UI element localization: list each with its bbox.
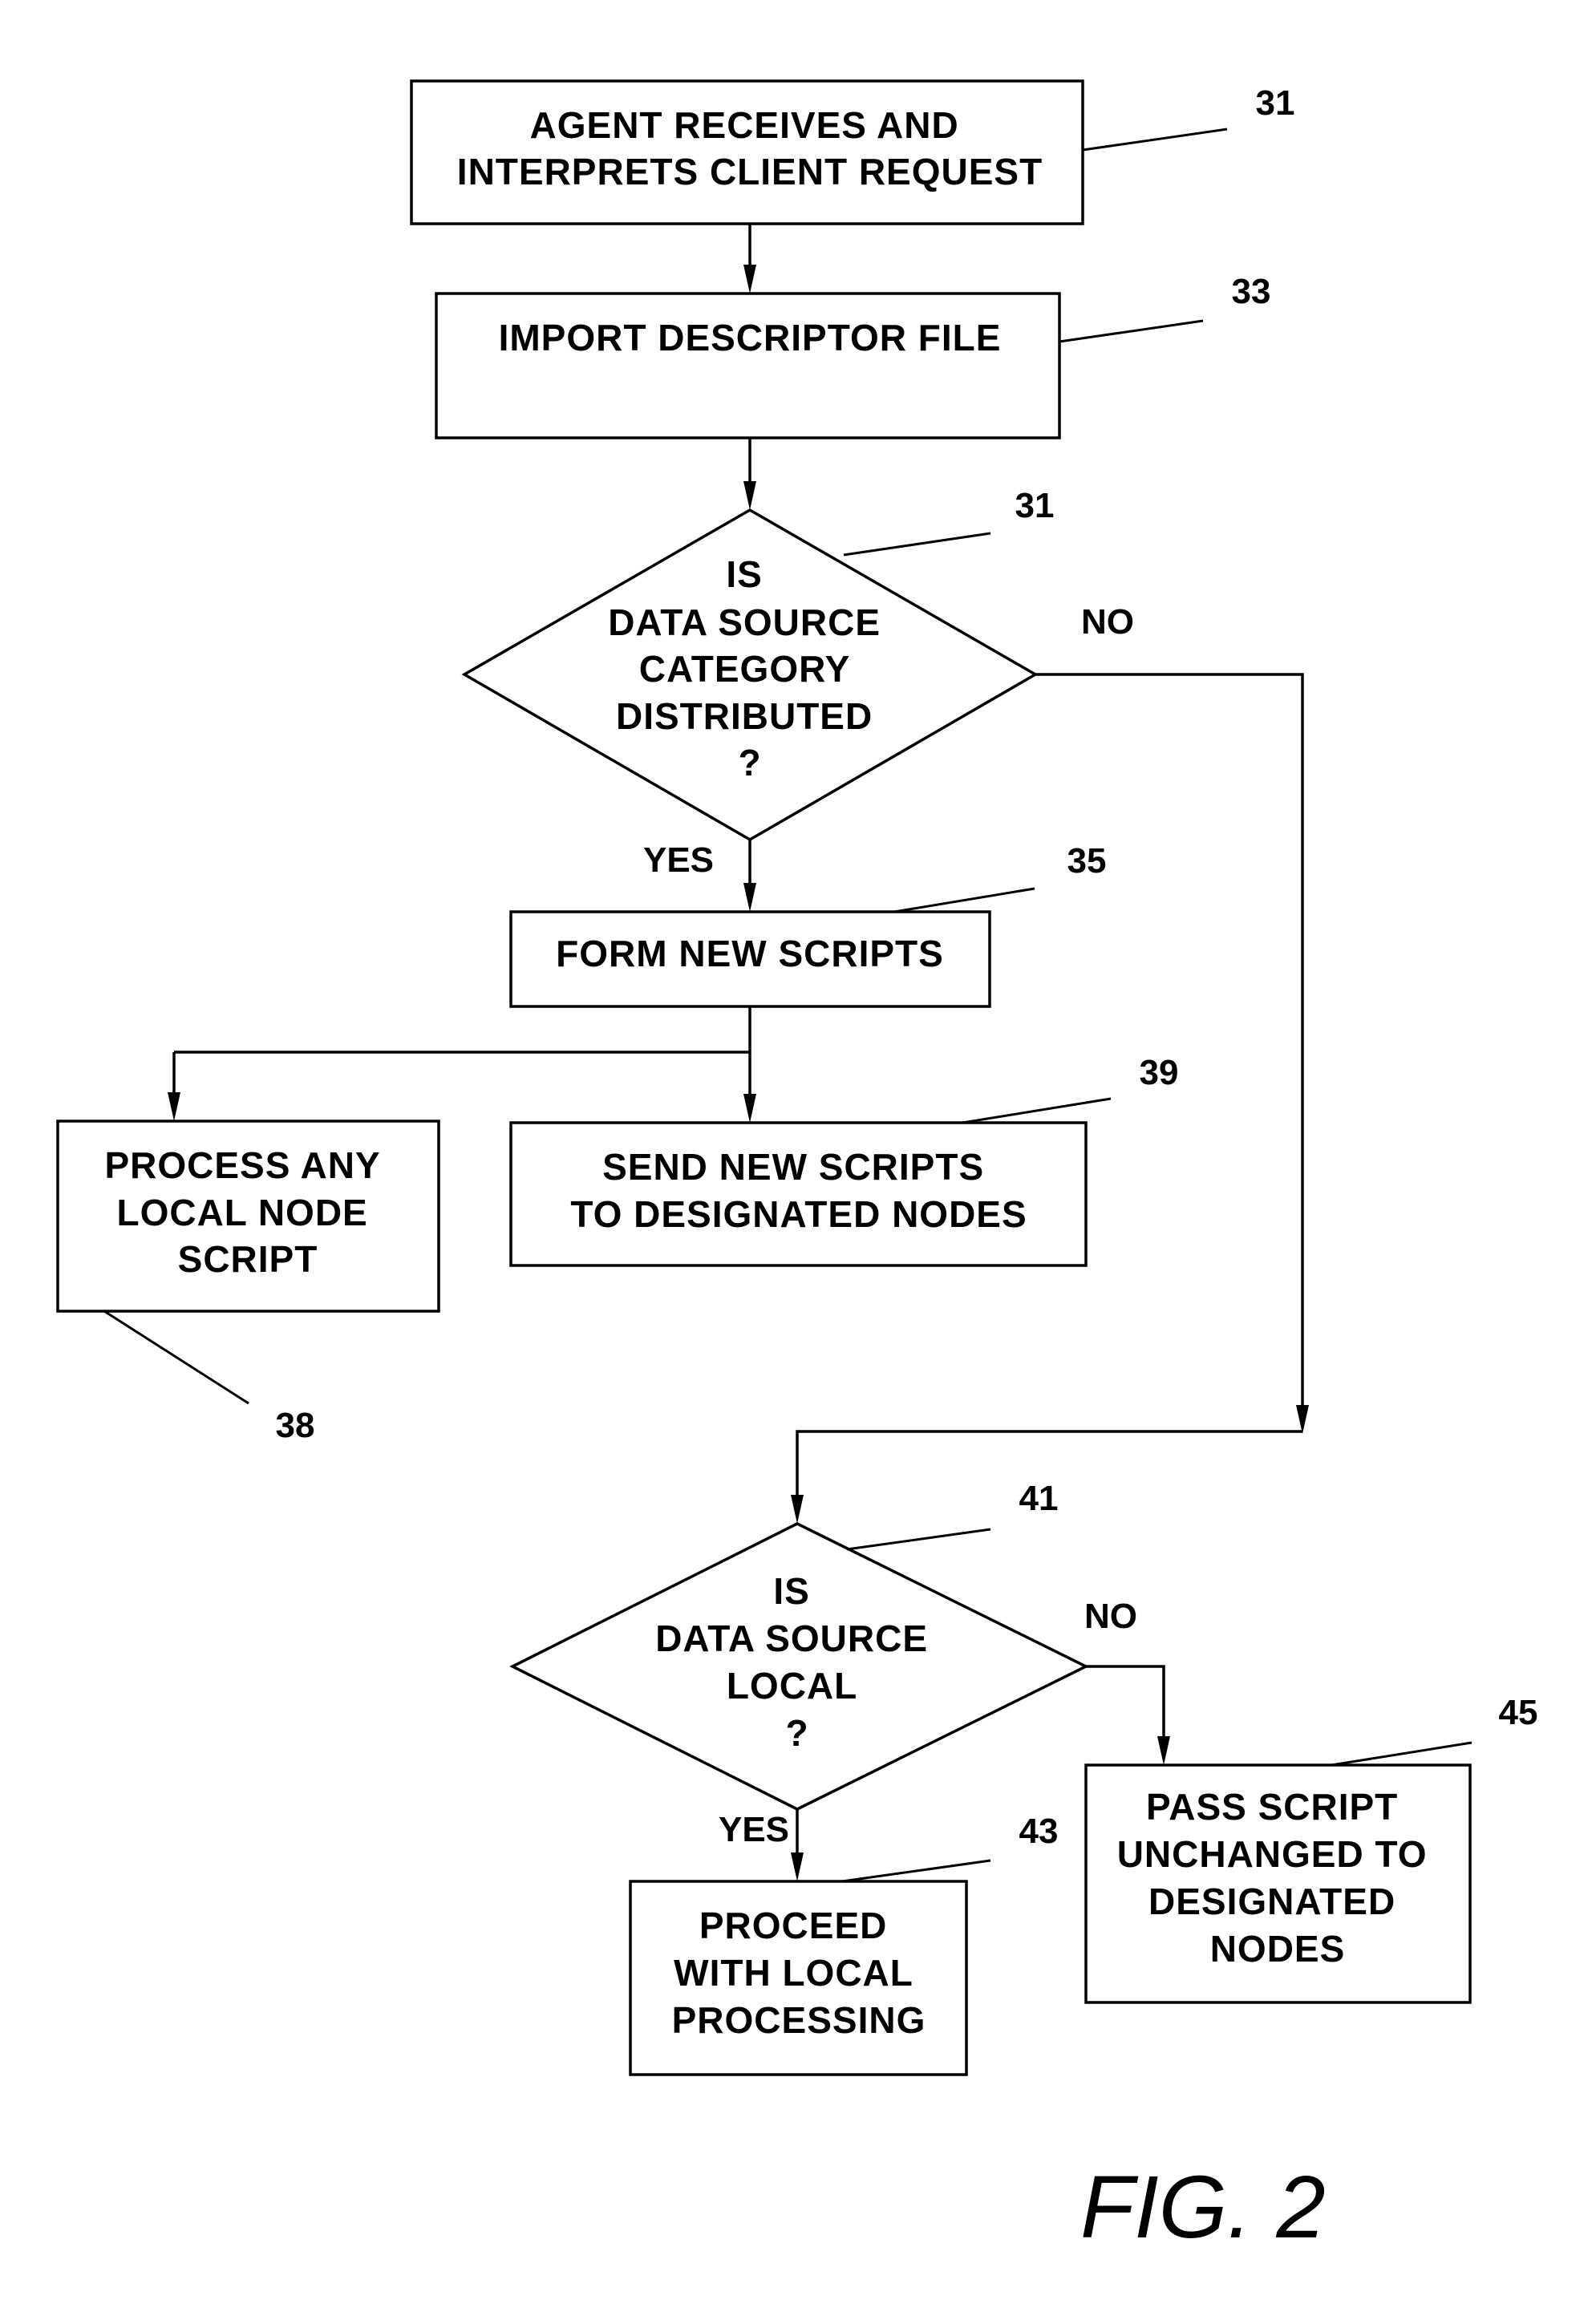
arrowhead-process	[168, 1092, 180, 1121]
leader-31-top	[1082, 128, 1228, 152]
leader-41	[846, 1528, 991, 1551]
ref-number-38: 38	[276, 1406, 315, 1445]
label-line: PROCEED	[699, 1905, 887, 1946]
branch-label-local-no: NO	[1084, 1597, 1137, 1636]
label-line: DATA SOURCE	[608, 601, 881, 643]
label-line: UNCHANGED TO	[1117, 1833, 1428, 1875]
label-line: LOCAL	[727, 1665, 857, 1707]
arrowhead-decision-distributed	[743, 481, 756, 510]
label-line: IS	[726, 553, 762, 595]
label-line: LOCAL NODE	[116, 1192, 367, 1233]
ref-number-31-top: 31	[1256, 83, 1295, 123]
connector-local-no	[1086, 1665, 1165, 1744]
label-line: NODES	[1210, 1928, 1346, 1970]
ref-number-31-decision: 31	[1015, 486, 1055, 525]
flowchart: AGENT RECEIVES AND INTERPRETS CLIENT REQ…	[56, 79, 1538, 2257]
branch-label-distributed-no: NO	[1081, 602, 1134, 642]
arrowhead-proceed	[791, 1852, 804, 1881]
branch-label-local-yes: YES	[719, 1810, 789, 1849]
label-proceed-local: PROCEED WITH LOCAL PROCESSING	[672, 1905, 926, 2041]
label-line: FORM NEW SCRIPTS	[556, 933, 944, 974]
label-line: IS	[773, 1570, 809, 1612]
connector-form-split	[172, 1006, 751, 1102]
label-form-new-scripts: FORM NEW SCRIPTS	[556, 933, 944, 974]
arrowhead-decision-local	[791, 1495, 804, 1524]
ref-number-35: 35	[1067, 841, 1107, 881]
label-line: PASS SCRIPT	[1146, 1786, 1398, 1828]
label-line: ?	[738, 742, 761, 783]
ref-number-45: 45	[1499, 1693, 1538, 1732]
ref-number-43: 43	[1019, 1812, 1059, 1851]
connector-no-to-merge	[796, 673, 1304, 1503]
ref-number-41: 41	[1019, 1479, 1059, 1518]
label-line: DISTRIBUTED	[616, 695, 873, 737]
leader-43	[841, 1859, 991, 1883]
leader-38	[103, 1310, 249, 1405]
label-line: DESIGNATED	[1148, 1881, 1395, 1922]
leader-35	[893, 887, 1035, 913]
leader-45	[1331, 1741, 1472, 1767]
label-line: DATA SOURCE	[655, 1618, 928, 1659]
leader-39	[962, 1097, 1112, 1124]
leader-33	[1059, 319, 1204, 343]
label-line: PROCESS ANY	[104, 1144, 379, 1186]
figure-label: FIG. 2	[1080, 2158, 1326, 2257]
label-line: AGENT RECEIVES AND	[530, 104, 959, 146]
label-line: SEND NEW SCRIPTS	[602, 1146, 984, 1188]
label-import-descriptor: IMPORT DESCRIPTOR FILE	[499, 317, 1002, 358]
arrowhead-merge-right	[1296, 1405, 1309, 1434]
arrowhead-import	[743, 265, 756, 294]
label-line: ?	[785, 1712, 808, 1754]
label-line: TO DESIGNATED NODES	[570, 1193, 1027, 1235]
arrowhead-form	[743, 883, 756, 912]
ref-number-33: 33	[1232, 272, 1271, 311]
arrowhead-pass	[1157, 1736, 1170, 1765]
label-line: PROCESSING	[672, 1999, 926, 2041]
branch-label-distributed-yes: YES	[643, 840, 714, 880]
box-import-descriptor	[435, 292, 1061, 439]
arrowhead-send	[743, 1094, 756, 1123]
label-line: CATEGORY	[639, 648, 850, 690]
label-line: IMPORT DESCRIPTOR FILE	[499, 317, 1002, 358]
label-line: SCRIPT	[178, 1238, 318, 1280]
label-line: WITH LOCAL	[674, 1952, 913, 1994]
leader-31-decision	[843, 532, 991, 557]
label-line: INTERPRETS CLIENT REQUEST	[457, 151, 1043, 192]
ref-number-39: 39	[1140, 1053, 1179, 1092]
